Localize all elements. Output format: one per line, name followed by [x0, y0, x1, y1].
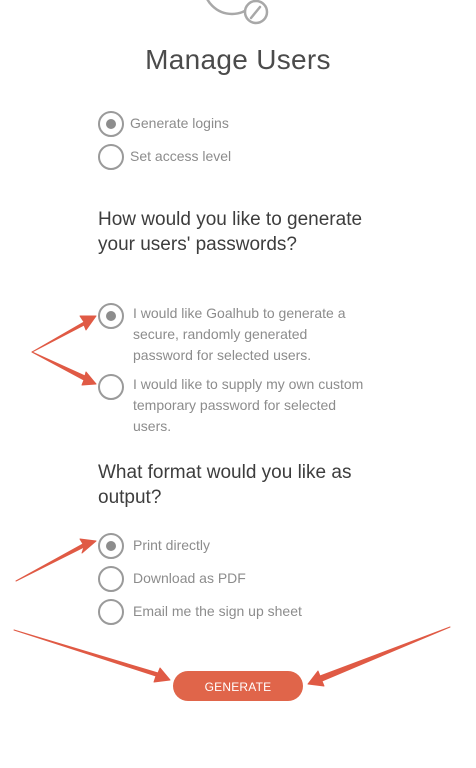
goal-gauge-icon	[206, 0, 269, 25]
annotation-arrow	[15, 538, 97, 582]
format-question: What format would you like as output?	[98, 462, 352, 508]
radio-button[interactable]	[98, 374, 124, 400]
radio-label: I would like to supply my own custom tem…	[133, 376, 364, 434]
radio-label: Set access level	[130, 148, 232, 164]
password-question: How would you like to generate your user…	[98, 209, 363, 255]
radio-label: Print directly	[133, 537, 211, 553]
radio-download-pdf[interactable]: Download as PDF	[98, 566, 368, 592]
generate-button[interactable]: GENERATE	[173, 671, 303, 701]
radio-label: Generate logins	[130, 115, 229, 131]
radio-label: I would like Goalhub to generate a secur…	[133, 305, 346, 363]
radio-goalhub-generate-password[interactable]: I would like Goalhub to generate a secur…	[98, 303, 368, 366]
radio-button[interactable]	[98, 566, 124, 592]
manage-users-page: Manage Users Generate logins Set access …	[0, 0, 476, 768]
annotation-arrow	[13, 629, 171, 683]
radio-button[interactable]	[98, 144, 124, 170]
radio-custom-password[interactable]: I would like to supply my own custom tem…	[98, 374, 368, 437]
radio-button[interactable]	[98, 303, 124, 329]
radio-print-directly[interactable]: Print directly	[98, 533, 368, 559]
annotation-arrow	[307, 626, 451, 687]
annotation-arrow	[31, 315, 97, 353]
radio-set-access-level[interactable]: Set access level	[98, 144, 231, 170]
radio-button[interactable]	[98, 533, 124, 559]
radio-generate-logins[interactable]: Generate logins	[98, 111, 229, 137]
page-title: Manage Users	[145, 44, 331, 75]
radio-label: Email me the sign up sheet	[133, 603, 302, 619]
annotation-arrow	[31, 351, 97, 386]
radio-email-signup-sheet[interactable]: Email me the sign up sheet	[98, 599, 368, 625]
radio-button[interactable]	[98, 599, 124, 625]
radio-label: Download as PDF	[133, 570, 246, 586]
radio-button[interactable]	[98, 111, 124, 137]
